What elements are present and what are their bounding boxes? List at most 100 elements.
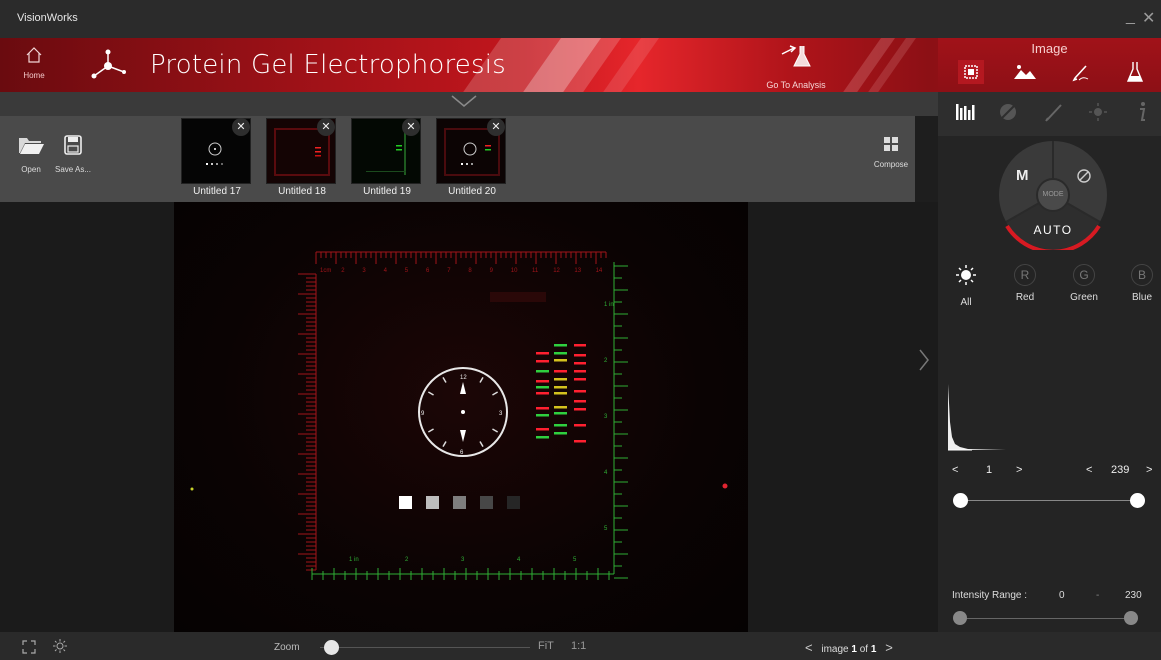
protein-band — [536, 370, 549, 373]
save-as-button[interactable]: Save As... — [48, 134, 98, 174]
compose-button[interactable]: Compose — [868, 136, 914, 169]
range-low-decrement-icon[interactable]: < — [952, 464, 958, 476]
grayscale-patch — [426, 496, 439, 509]
one-to-one-button[interactable]: 1:1 — [571, 640, 586, 652]
channel-glyph: G — [1073, 264, 1095, 286]
sun-icon — [956, 265, 976, 285]
thumbnail-item[interactable]: ✕ Untitled 18 — [266, 116, 338, 202]
landscape-icon[interactable] — [1012, 60, 1038, 84]
clock-hand-top — [460, 382, 466, 394]
protein-band — [574, 344, 586, 347]
channel-green[interactable]: G Green — [1064, 264, 1104, 303]
channel-label: Green — [1070, 292, 1098, 303]
expand-panel-chevron-icon[interactable] — [918, 348, 930, 372]
fiducial-mark — [722, 483, 728, 489]
palette-off-icon[interactable] — [994, 98, 1022, 126]
close-thumbnail-icon[interactable]: ✕ — [232, 118, 250, 136]
fit-button[interactable]: FiT — [538, 640, 554, 652]
range-high-knob[interactable] — [1130, 493, 1145, 508]
intensity-separator: - — [1096, 590, 1100, 601]
flask-icon[interactable] — [1122, 60, 1148, 84]
thumbnail-label: Untitled 17 — [193, 186, 241, 197]
protein-band — [536, 436, 549, 439]
grayscale-patch — [480, 496, 493, 509]
intensity-slider-track[interactable] — [958, 618, 1138, 619]
intensity-min-knob[interactable] — [953, 611, 967, 625]
zoom-slider-track[interactable] — [320, 647, 530, 648]
go-to-analysis-button[interactable]: Go To Analysis — [760, 38, 832, 92]
protein-band — [536, 392, 549, 395]
image-section-label: Image — [1031, 41, 1068, 56]
thumbnail-item[interactable]: ✕ Untitled 19 — [351, 116, 423, 202]
panel-toolbar — [938, 92, 1161, 136]
channel-all[interactable]: All — [946, 264, 986, 308]
minimize-icon[interactable]: _ — [1126, 8, 1135, 26]
home-label: Home — [23, 71, 45, 80]
range-slider-track[interactable] — [958, 500, 1138, 501]
channel-blue[interactable]: B Blue — [1122, 264, 1161, 303]
fiducial-mark — [190, 487, 194, 491]
manual-mode-button[interactable]: M — [1016, 167, 1029, 184]
gel-image-canvas[interactable]: 1cm 2 3 4 5 6 7 8 9 10 11 12 13 14 1 in 2 3 4 5 1 in 2 3 4 5 12 3… — [174, 202, 748, 632]
histogram-icon[interactable] — [952, 98, 980, 126]
folder-icon — [19, 138, 44, 154]
protein-band — [554, 359, 567, 362]
thumbnail-label: Untitled 19 — [363, 186, 411, 197]
fullscreen-icon[interactable] — [22, 640, 36, 654]
page-prefix: image — [821, 644, 849, 655]
pen-icon[interactable] — [1040, 98, 1068, 126]
home-button[interactable]: Home — [14, 46, 54, 80]
clock-center-dot — [461, 410, 465, 414]
protein-band — [554, 378, 567, 381]
ruler-bottom-label: 3 — [461, 557, 465, 563]
molecule-icon — [91, 49, 126, 79]
close-window-icon[interactable]: ✕ — [1142, 8, 1155, 28]
protein-band — [574, 424, 586, 427]
brightness-icon[interactable] — [1084, 98, 1112, 126]
ruler-top-label: 12 — [553, 268, 560, 274]
thumbnail-item[interactable]: ✕ Untitled 20 — [436, 116, 508, 202]
brightness-toggle-icon[interactable] — [52, 638, 68, 654]
protein-band — [536, 407, 549, 410]
info-icon[interactable] — [1128, 98, 1156, 126]
protein-band — [574, 390, 586, 393]
close-thumbnail-icon[interactable]: ✕ — [487, 118, 505, 136]
close-thumbnail-icon[interactable]: ✕ — [317, 118, 335, 136]
mode-selector[interactable]: M MODE AUTO — [998, 140, 1108, 254]
close-thumbnail-icon[interactable]: ✕ — [402, 118, 420, 136]
channel-glyph: B — [1131, 264, 1153, 286]
intensity-max-value: 230 — [1125, 590, 1142, 601]
page-of: of — [859, 644, 869, 655]
thumbnail-item[interactable]: ✕ Untitled 17 — [181, 116, 253, 202]
range-low-knob[interactable] — [953, 493, 968, 508]
protein-band — [536, 352, 549, 355]
ruler-top-label: 5 — [405, 268, 409, 274]
channel-glyph: R — [1014, 264, 1036, 286]
prev-image-icon[interactable]: < — [805, 640, 813, 655]
analysis-flask-icon — [781, 45, 811, 67]
protein-band — [554, 392, 567, 395]
pen-icon[interactable] — [1068, 60, 1094, 84]
strip-collapse-bar[interactable] — [0, 92, 938, 116]
zoom-label: Zoom — [274, 642, 300, 653]
ruler-top-label: 7 — [447, 268, 451, 274]
ruler-top-label: 1cm — [320, 268, 331, 274]
go-to-analysis-label: Go To Analysis — [766, 80, 826, 90]
chevron-down-icon[interactable] — [450, 94, 478, 108]
window-titlebar: VisionWorks _ ✕ — [0, 0, 1161, 38]
intensity-max-knob[interactable] — [1124, 611, 1138, 625]
next-image-icon[interactable]: > — [885, 640, 893, 655]
range-high-decrement-icon[interactable]: < — [1086, 464, 1092, 476]
clock-tick — [427, 428, 434, 433]
range-low-increment-icon[interactable]: > — [1016, 464, 1022, 476]
protein-band — [536, 414, 549, 417]
auto-mode-button[interactable]: AUTO — [998, 223, 1108, 237]
ruler-top-label: 6 — [426, 268, 430, 274]
protein-band — [554, 370, 567, 373]
channel-label: Blue — [1131, 292, 1152, 303]
zoom-slider-knob[interactable] — [324, 640, 340, 655]
range-high-increment-icon[interactable]: > — [1146, 464, 1152, 476]
channel-red[interactable]: R Red — [1005, 264, 1045, 303]
ruler-top-label: 11 — [532, 268, 539, 274]
chip-icon[interactable] — [958, 60, 984, 84]
